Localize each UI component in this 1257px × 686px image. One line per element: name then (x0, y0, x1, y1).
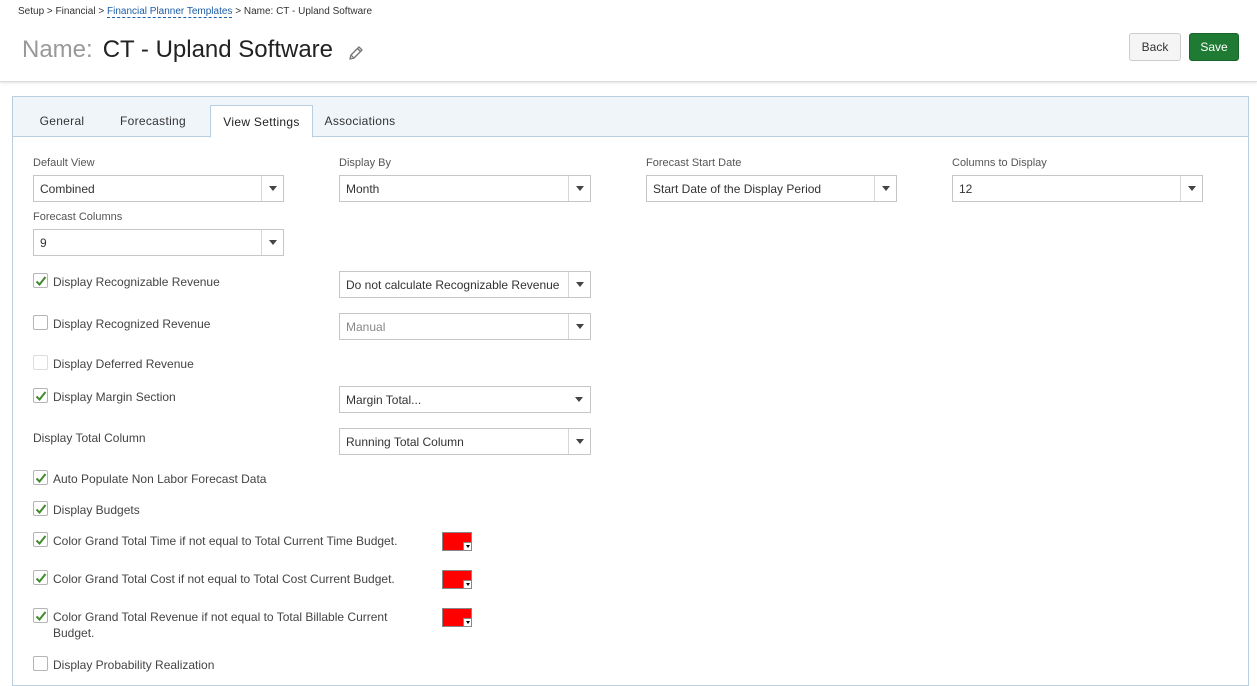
breadcrumb-templates-link[interactable]: Financial Planner Templates (106, 6, 233, 18)
color-cost-picker[interactable] (442, 570, 472, 589)
total-column-value: Running Total Column (346, 434, 464, 449)
tab-forecasting[interactable]: Forecasting (111, 105, 195, 136)
auto-populate-label: Auto Populate Non Labor Forecast Data (53, 472, 267, 486)
margin-section-checkbox[interactable] (33, 388, 48, 403)
chevron-down-icon[interactable] (1180, 176, 1202, 201)
display-by-label: Display By (339, 157, 391, 169)
breadcrumb: Setup > Financial > Financial Planner Te… (18, 6, 373, 18)
color-time-row: Color Grand Total Time if not equal to T… (33, 532, 398, 549)
page-title: Name: CT - Upland Software (22, 36, 365, 64)
chevron-down-icon[interactable] (261, 176, 283, 201)
color-revenue-row: Color Grand Total Revenue if not equal t… (33, 608, 387, 641)
margin-section-value: Margin Total... (346, 392, 422, 407)
color-cost-label: Color Grand Total Cost if not equal to T… (53, 572, 395, 586)
forecast-columns-select[interactable]: 9 (33, 229, 284, 256)
total-column-label: Display Total Column (33, 431, 146, 445)
recognized-revenue-value: Manual (346, 319, 386, 334)
chevron-down-icon[interactable] (568, 272, 590, 297)
recognizable-revenue-select[interactable]: Do not calculate Recognizable Revenue (339, 271, 591, 298)
save-button[interactable]: Save (1189, 33, 1239, 61)
tab-associations[interactable]: Associations (317, 105, 403, 136)
breadcrumb-financial: Financial (55, 6, 96, 17)
forecast-columns-label: Forecast Columns (33, 211, 123, 223)
chevron-down-icon[interactable] (261, 230, 283, 255)
recognizable-revenue-label: Display Recognizable Revenue (53, 275, 220, 289)
settings-panel: General Forecasting View Settings Associ… (12, 96, 1249, 686)
display-by-select[interactable]: Month (339, 175, 591, 202)
color-cost-row: Color Grand Total Cost if not equal to T… (33, 570, 395, 587)
margin-section-label: Display Margin Section (53, 390, 176, 404)
back-button[interactable]: Back (1129, 33, 1181, 61)
recognized-revenue-checkbox[interactable] (33, 315, 48, 330)
deferred-revenue-checkbox (33, 355, 48, 370)
forecast-start-date-label: Forecast Start Date (646, 157, 742, 169)
recognizable-revenue-checkbox[interactable] (33, 273, 48, 288)
chevron-down-icon[interactable] (568, 176, 590, 201)
tab-view-settings[interactable]: View Settings (210, 105, 313, 138)
color-revenue-checkbox[interactable] (33, 608, 48, 623)
chevron-down-icon[interactable] (463, 618, 471, 626)
margin-section-select[interactable]: Margin Total... (339, 386, 591, 413)
tab-bar: General Forecasting View Settings Associ… (13, 97, 1248, 138)
breadcrumb-separator: > (44, 6, 56, 17)
page-header: Setup > Financial > Financial Planner Te… (0, 0, 1257, 82)
total-column-select[interactable]: Running Total Column (339, 428, 591, 455)
recognized-revenue-row: Display Recognized Revenue (33, 315, 211, 332)
recognized-revenue-select[interactable]: Manual (339, 313, 591, 340)
columns-to-display-label: Columns to Display (952, 157, 1047, 169)
chevron-down-icon[interactable] (568, 429, 590, 454)
display-budgets-label: Display Budgets (53, 503, 140, 517)
columns-to-display-value: 12 (959, 181, 973, 196)
recognized-revenue-label: Display Recognized Revenue (53, 317, 211, 331)
deferred-revenue-label: Display Deferred Revenue (53, 357, 194, 371)
breadcrumb-separator: > (95, 6, 107, 17)
pencil-edit-icon[interactable] (347, 41, 365, 60)
color-revenue-label-line2: Budget. (53, 626, 95, 640)
color-time-checkbox[interactable] (33, 532, 48, 547)
chevron-down-icon[interactable] (568, 387, 590, 412)
recognizable-revenue-value: Do not calculate Recognizable Revenue (346, 277, 560, 292)
columns-to-display-select[interactable]: 12 (952, 175, 1203, 202)
display-by-value: Month (346, 181, 380, 196)
tab-general[interactable]: General (27, 105, 97, 136)
display-budgets-row: Display Budgets (33, 501, 140, 518)
color-time-picker[interactable] (442, 532, 472, 551)
probability-row: Display Probability Realization (33, 656, 215, 673)
margin-section-row: Display Margin Section (33, 388, 176, 405)
recognizable-revenue-row: Display Recognizable Revenue (33, 273, 220, 290)
auto-populate-row: Auto Populate Non Labor Forecast Data (33, 470, 267, 487)
chevron-down-icon[interactable] (568, 314, 590, 339)
color-revenue-label: Color Grand Total Revenue if not equal t… (53, 609, 387, 641)
chevron-down-icon[interactable] (463, 542, 471, 550)
breadcrumb-current: Name: CT - Upland Software (243, 6, 373, 17)
auto-populate-checkbox[interactable] (33, 470, 48, 485)
name-value: CT - Upland Software (102, 36, 334, 63)
forecast-start-date-select[interactable]: Start Date of the Display Period (646, 175, 897, 202)
display-budgets-checkbox[interactable] (33, 501, 48, 516)
color-revenue-label-line1: Color Grand Total Revenue if not equal t… (53, 610, 388, 624)
forecast-start-date-value: Start Date of the Display Period (653, 181, 822, 196)
default-view-label: Default View (33, 157, 95, 169)
color-time-label: Color Grand Total Time if not equal to T… (53, 534, 398, 548)
breadcrumb-setup: Setup (18, 6, 45, 17)
forecast-columns-value: 9 (40, 235, 47, 250)
deferred-revenue-row: Display Deferred Revenue (33, 355, 194, 372)
chevron-down-icon[interactable] (463, 580, 471, 588)
name-label: Name: (22, 36, 93, 63)
color-revenue-picker[interactable] (442, 608, 472, 627)
default-view-select[interactable]: Combined (33, 175, 284, 202)
breadcrumb-separator: > (232, 6, 244, 17)
probability-label: Display Probability Realization (53, 658, 215, 672)
default-view-value: Combined (40, 181, 95, 196)
color-cost-checkbox[interactable] (33, 570, 48, 585)
chevron-down-icon[interactable] (874, 176, 896, 201)
probability-checkbox[interactable] (33, 656, 48, 671)
